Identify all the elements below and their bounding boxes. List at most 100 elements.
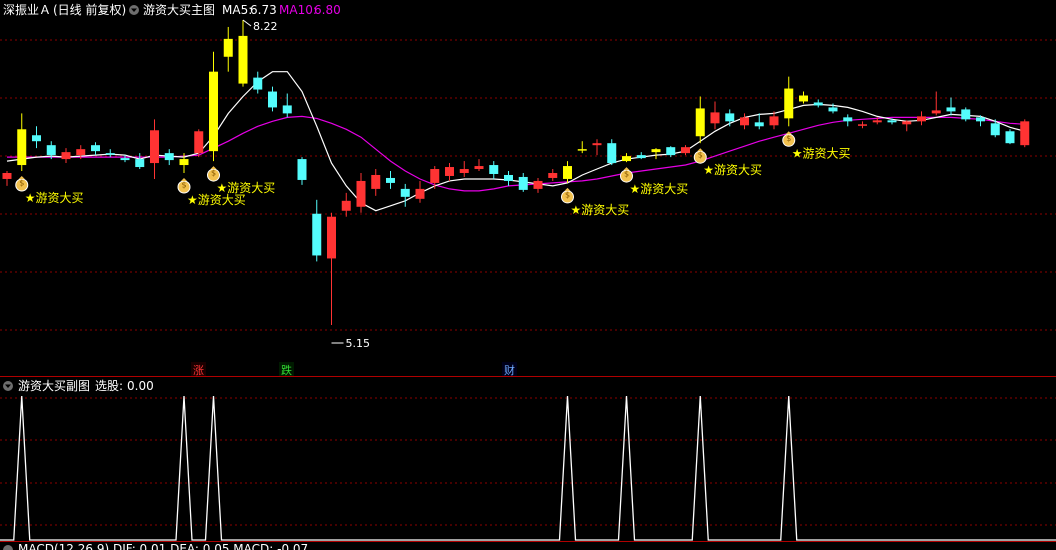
- candle-body: [518, 176, 528, 190]
- candle-body: [164, 153, 174, 161]
- candle[interactable]: [858, 121, 867, 129]
- event-markers[interactable]: 涨 跌 财: [191, 362, 517, 377]
- candle[interactable]: [504, 171, 513, 186]
- candle[interactable]: [917, 111, 926, 126]
- candle[interactable]: [577, 141, 587, 154]
- candle[interactable]: [710, 101, 720, 130]
- sub-series-layer: [0, 395, 1056, 541]
- rise-marker-label: 涨: [193, 364, 204, 377]
- candle[interactable]: [371, 169, 381, 196]
- candle[interactable]: [902, 120, 912, 132]
- candle[interactable]: [622, 153, 631, 163]
- candle[interactable]: [297, 157, 307, 185]
- candle-body: [858, 124, 867, 126]
- candle[interactable]: [931, 91, 941, 116]
- candle[interactable]: [238, 20, 248, 87]
- fall-marker[interactable]: 跌: [279, 362, 294, 377]
- candle[interactable]: [1005, 129, 1015, 145]
- candle-body: [150, 130, 159, 164]
- candle[interactable]: [518, 172, 528, 192]
- signal-marker: $★游资大买: [693, 148, 762, 177]
- candle-body: [194, 131, 204, 154]
- candle-body: [371, 174, 381, 189]
- candle-body: [563, 166, 572, 179]
- candle[interactable]: [489, 161, 499, 179]
- candle-body: [209, 71, 218, 152]
- candle[interactable]: [607, 139, 617, 166]
- candlestick-chart[interactable]: $★游资大买$★游资大买$★游资大买 $★游资大买$★游资大买$★游资大买$★游资…: [0, 0, 1056, 550]
- candle[interactable]: [681, 145, 690, 156]
- sub-panel-dropdown-icon[interactable]: [3, 381, 13, 391]
- candle-body: [740, 117, 749, 126]
- candle[interactable]: [105, 149, 115, 158]
- money-bag-icon: $: [207, 166, 220, 182]
- candle[interactable]: [474, 159, 484, 172]
- candle[interactable]: [784, 76, 794, 127]
- candle[interactable]: [268, 86, 277, 112]
- candle[interactable]: [563, 161, 572, 183]
- candle-body: [238, 35, 248, 84]
- candle-body: [504, 174, 513, 181]
- candle-body: [828, 107, 838, 112]
- candle[interactable]: [666, 146, 676, 158]
- candle[interactable]: [209, 51, 218, 162]
- candle[interactable]: [946, 97, 956, 116]
- candle[interactable]: [445, 163, 454, 181]
- candles-layer[interactable]: [2, 20, 1030, 325]
- candle[interactable]: [813, 99, 823, 108]
- candle[interactable]: [2, 171, 12, 186]
- candle[interactable]: [282, 93, 292, 118]
- candle-body: [253, 77, 263, 90]
- candle[interactable]: [548, 169, 558, 181]
- candle[interactable]: [253, 71, 263, 94]
- candle[interactable]: [592, 139, 602, 156]
- candle-body: [268, 91, 277, 108]
- candle[interactable]: [356, 172, 366, 213]
- candle-body: [91, 145, 100, 152]
- signal-label: ★游资大买: [630, 182, 689, 196]
- candle[interactable]: [91, 142, 100, 156]
- candle[interactable]: [400, 183, 410, 207]
- candle[interactable]: [636, 152, 646, 160]
- candle[interactable]: [1020, 119, 1030, 148]
- candle[interactable]: [386, 171, 395, 189]
- candle[interactable]: [341, 192, 351, 217]
- candle[interactable]: [533, 177, 543, 193]
- candle-body: [813, 102, 823, 106]
- money-bag-icon: $: [620, 167, 633, 183]
- candle[interactable]: [194, 129, 204, 158]
- candle[interactable]: [312, 199, 322, 262]
- candle[interactable]: [961, 107, 971, 122]
- candle[interactable]: [17, 113, 27, 172]
- candle[interactable]: [150, 119, 159, 179]
- candle[interactable]: [695, 96, 705, 144]
- select-value: 0.00: [127, 379, 154, 393]
- macd-dropdown-icon[interactable]: [3, 545, 13, 550]
- candle[interactable]: [754, 113, 764, 130]
- candle[interactable]: [223, 26, 233, 72]
- candle[interactable]: [164, 149, 174, 166]
- candle-body: [784, 88, 794, 119]
- money-bag-icon: $: [177, 177, 191, 194]
- candle-body: [32, 135, 41, 142]
- candle[interactable]: [740, 113, 749, 130]
- candle[interactable]: [32, 126, 41, 149]
- candle[interactable]: [651, 148, 661, 160]
- ma10-value: 6.80: [314, 3, 341, 17]
- candle-body: [1020, 121, 1030, 146]
- candle[interactable]: [327, 212, 336, 325]
- rise-marker[interactable]: 涨: [191, 362, 206, 377]
- candle[interactable]: [459, 161, 469, 177]
- finance-marker[interactable]: 财: [502, 362, 517, 377]
- candle[interactable]: [843, 114, 853, 127]
- indicator-dropdown-icon[interactable]: [129, 5, 139, 15]
- candle-body: [990, 123, 1000, 136]
- low-price-annotation: 5.15: [331, 337, 370, 350]
- candle-body: [607, 143, 617, 164]
- candle-body: [135, 159, 145, 168]
- candle[interactable]: [725, 109, 735, 127]
- candle[interactable]: [61, 148, 71, 164]
- svg-text:$: $: [19, 179, 24, 188]
- candle[interactable]: [415, 180, 425, 203]
- candle[interactable]: [799, 91, 808, 104]
